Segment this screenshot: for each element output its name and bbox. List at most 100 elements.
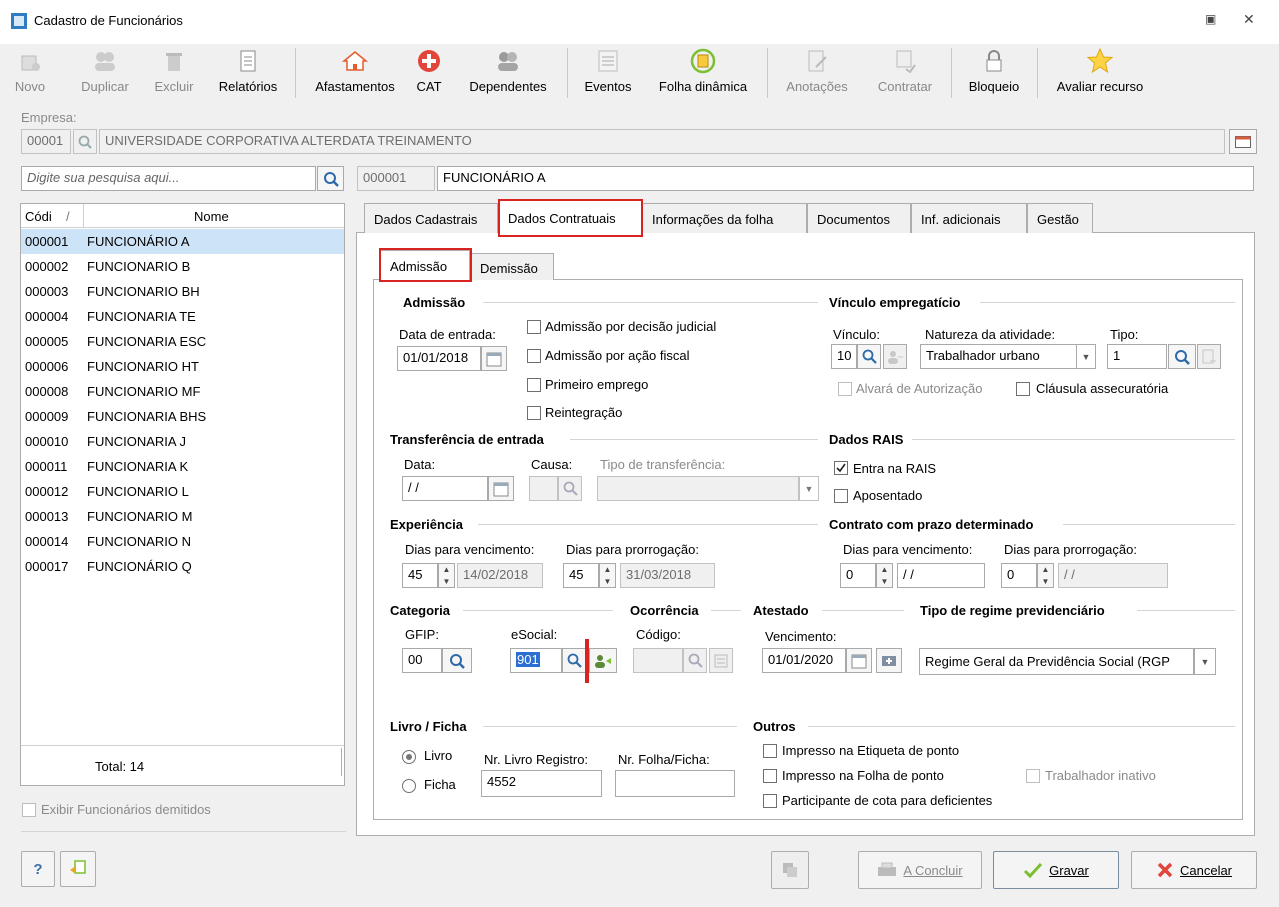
atestado-venc-field[interactable]: 01/01/2020	[762, 648, 846, 673]
ocorrencia-search-button[interactable]	[683, 648, 707, 673]
gravar-button[interactable]: Gravar	[993, 851, 1119, 889]
copy-button[interactable]	[771, 851, 809, 889]
ocorrencia-codigo-field[interactable]	[633, 648, 683, 673]
avaliar-recurso-button[interactable]: Avaliar recurso	[1048, 44, 1152, 102]
table-row[interactable]: 000017 FUNCIONÁRIO Q	[21, 554, 344, 579]
ct-dias-prorr-field[interactable]: 0	[1001, 563, 1037, 588]
excluir-button[interactable]: Excluir	[150, 44, 198, 102]
exp-data-venc-field[interactable]: 14/02/2018	[457, 563, 543, 588]
empresa-calendar-button[interactable]	[1229, 129, 1257, 154]
regime-dropdown-button[interactable]: ▼	[1194, 648, 1216, 675]
clausula-checkbox[interactable]	[1016, 382, 1030, 396]
trabalhador-inativo-checkbox[interactable]	[1026, 769, 1040, 783]
exibir-demitidos-checkbox[interactable]	[22, 803, 36, 817]
col-name-header[interactable]: Nome	[194, 209, 229, 224]
search-input[interactable]: Digite sua pesquisa aqui...	[21, 166, 316, 191]
esocial-search-button[interactable]	[562, 648, 586, 673]
exp-dias-venc-field[interactable]: 45	[402, 563, 438, 588]
empresa-name-field[interactable]: UNIVERSIDADE CORPORATIVA ALTERDATA TREIN…	[99, 129, 1225, 154]
esocial-user-add-button[interactable]	[589, 648, 617, 673]
table-row[interactable]: 000004 FUNCIONARIA TE	[21, 304, 344, 329]
cota-deficientes-checkbox[interactable]	[763, 794, 777, 808]
tab-gestao[interactable]: Gestão	[1027, 203, 1093, 233]
col-code-header[interactable]: Códi	[25, 209, 52, 224]
livro-radio[interactable]	[402, 750, 416, 764]
cat-button[interactable]: CAT	[414, 44, 444, 102]
funcionario-name-field[interactable]: FUNCIONÁRIO A	[437, 166, 1254, 191]
ocorrencia-list-button[interactable]	[709, 648, 733, 673]
contratar-button[interactable]: Contratar	[870, 44, 940, 102]
admissao-judicial-checkbox[interactable]	[527, 320, 541, 334]
vinculo-field[interactable]: 10	[831, 344, 857, 369]
table-row[interactable]: 000005 FUNCIONARIA ESC	[21, 329, 344, 354]
close-icon[interactable]: ✕	[1243, 11, 1255, 28]
folha-dinamica-button[interactable]: Folha dinâmica	[650, 44, 756, 102]
empresa-code-field[interactable]: 00001	[21, 129, 71, 154]
tipo-transferencia-select[interactable]	[597, 476, 799, 501]
table-row[interactable]: 000003 FUNCIONARIO BH	[21, 279, 344, 304]
empresa-search-button[interactable]	[73, 129, 97, 154]
primeiro-emprego-checkbox[interactable]	[527, 378, 541, 392]
gfip-field[interactable]: 00	[402, 648, 442, 673]
table-row[interactable]: 000001 FUNCIONÁRIO A	[21, 229, 344, 254]
reintegracao-checkbox[interactable]	[527, 406, 541, 420]
transferencia-data-field[interactable]: / /	[402, 476, 488, 501]
table-row[interactable]: 000009 FUNCIONARIA BHS	[21, 404, 344, 429]
tipo-search-button[interactable]	[1168, 344, 1196, 369]
tipo-transferencia-dropdown[interactable]: ▼	[799, 476, 819, 501]
nr-folha-field[interactable]	[615, 770, 735, 797]
atestado-add-button[interactable]	[876, 648, 902, 673]
table-row[interactable]: 000013 FUNCIONARIO M	[21, 504, 344, 529]
table-row[interactable]: 000012 FUNCIONARIO L	[21, 479, 344, 504]
data-entrada-calendar-button[interactable]	[481, 346, 507, 371]
entra-rais-checkbox[interactable]	[834, 461, 848, 475]
tab-inf-adicionais[interactable]: Inf. adicionais	[911, 203, 1027, 233]
subtab-demissao[interactable]: Demissão	[470, 253, 554, 280]
dependentes-button[interactable]: Dependentes	[462, 44, 554, 102]
folha-ponto-checkbox[interactable]	[763, 769, 777, 783]
gfip-search-button[interactable]	[442, 648, 472, 673]
table-row[interactable]: 000002 FUNCIONARIO B	[21, 254, 344, 279]
tipo-add-button[interactable]	[1197, 344, 1221, 369]
table-row[interactable]: 000014 FUNCIONARIO N	[21, 529, 344, 554]
relatorios-button[interactable]: Relatórios	[213, 44, 283, 102]
bloqueio-button[interactable]: Bloqueio	[961, 44, 1027, 102]
help-button[interactable]: ?	[21, 851, 55, 887]
export-button[interactable]	[60, 851, 96, 887]
afastamentos-button[interactable]: Afastamentos	[306, 44, 404, 102]
exp-data-prorr-field[interactable]: 31/03/2018	[620, 563, 715, 588]
ct-data-venc-field[interactable]: / /	[897, 563, 985, 588]
etiqueta-ponto-checkbox[interactable]	[763, 744, 777, 758]
table-row[interactable]: 000008 FUNCIONARIO MF	[21, 379, 344, 404]
data-entrada-field[interactable]: 01/01/2018	[397, 346, 481, 371]
concluir-button[interactable]: A Concluir	[858, 851, 982, 889]
ct-dias-venc-spinner[interactable]: ▲ ▼	[876, 563, 893, 588]
table-row[interactable]: 000011 FUNCIONARIA K	[21, 454, 344, 479]
anotacoes-button[interactable]: Anotações	[778, 44, 856, 102]
vinculo-add-button[interactable]	[883, 344, 907, 369]
nr-livro-field[interactable]: 4552	[481, 770, 602, 797]
tab-informacoes-folha[interactable]: Informações da folha	[642, 203, 807, 233]
admissao-fiscal-checkbox[interactable]	[527, 349, 541, 363]
esocial-field[interactable]: 901	[510, 648, 562, 673]
eventos-button[interactable]: Eventos	[578, 44, 638, 102]
tipo-field[interactable]: 1	[1107, 344, 1167, 369]
table-row[interactable]: 000006 FUNCIONARIO HT	[21, 354, 344, 379]
natureza-select[interactable]: Trabalhador urbano	[920, 344, 1077, 369]
ct-dias-venc-field[interactable]: 0	[840, 563, 876, 588]
causa-search-button[interactable]	[558, 476, 582, 501]
search-button[interactable]	[317, 166, 344, 191]
ficha-radio[interactable]	[402, 779, 416, 793]
tab-dados-cadastrais[interactable]: Dados Cadastrais	[364, 203, 498, 233]
novo-button[interactable]: Novo	[12, 44, 48, 102]
natureza-dropdown-button[interactable]: ▼	[1076, 344, 1096, 369]
funcionario-code-field[interactable]: 000001	[357, 166, 435, 191]
ct-data-prorr-field[interactable]: / /	[1058, 563, 1168, 588]
restore-icon[interactable]: ▣	[1205, 12, 1216, 26]
transferencia-calendar-button[interactable]	[488, 476, 514, 501]
exp-dias-venc-spinner[interactable]: ▲ ▼	[438, 563, 455, 588]
duplicar-button[interactable]: Duplicar	[73, 44, 137, 102]
aposentado-checkbox[interactable]	[834, 489, 848, 503]
exp-dias-prorr-spinner[interactable]: ▲ ▼	[599, 563, 616, 588]
alvara-checkbox[interactable]	[838, 382, 852, 396]
